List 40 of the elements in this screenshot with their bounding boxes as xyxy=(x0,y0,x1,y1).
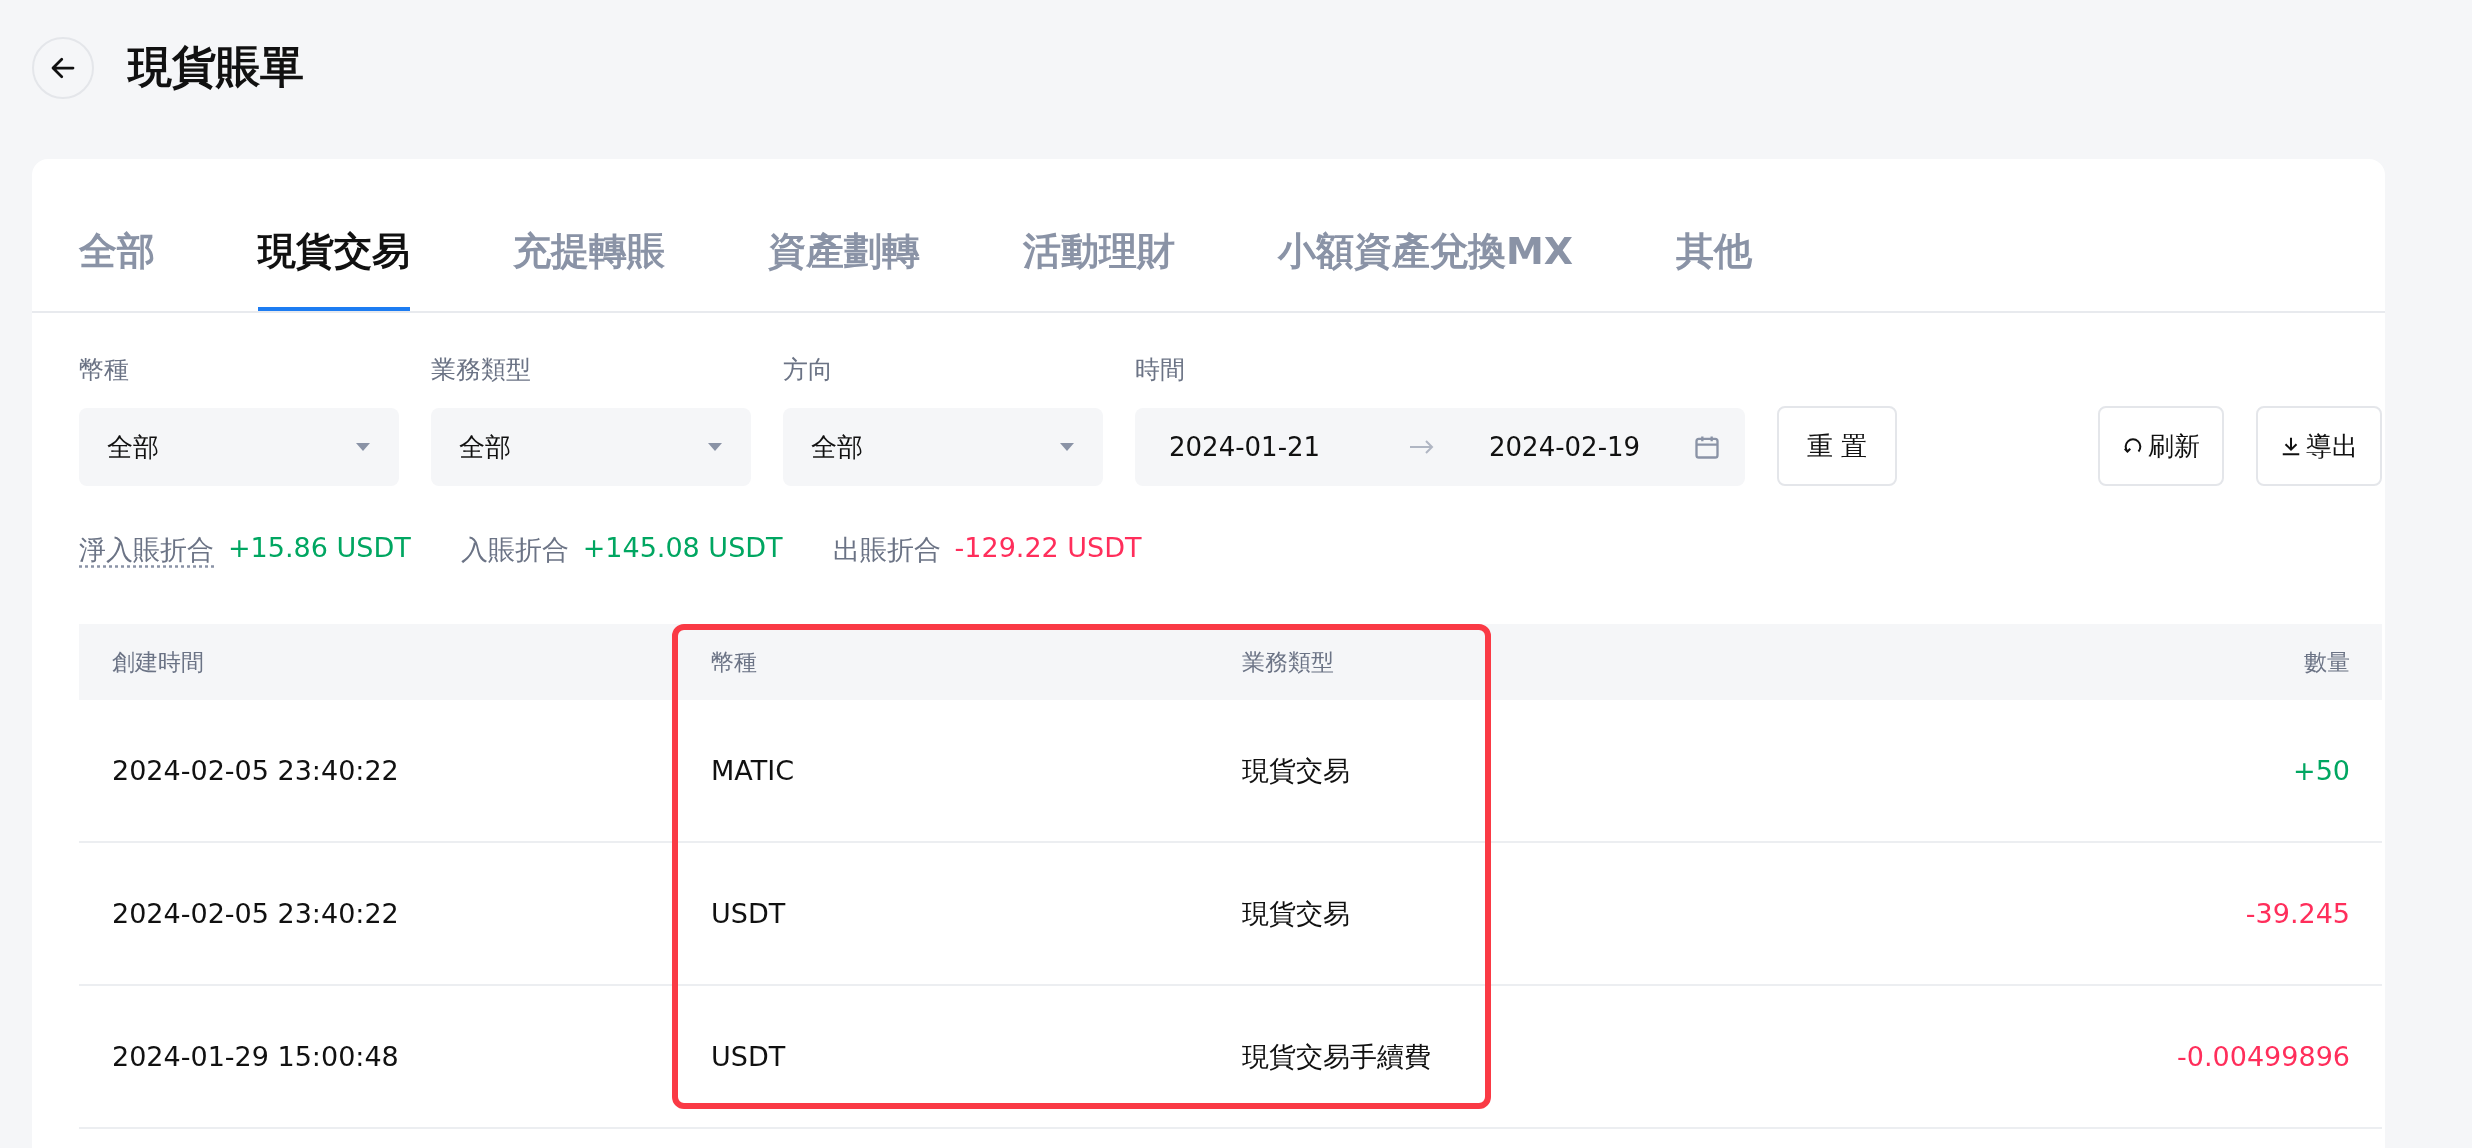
summary-value: -129.22 USDT xyxy=(954,532,1142,565)
filter-label: 方向 xyxy=(783,354,834,386)
column-header: 業務類型 xyxy=(1241,647,1335,677)
column-header: 創建時間 xyxy=(111,647,205,677)
table-cell-text: -0.00499896 xyxy=(2176,1041,2351,1072)
reset-button[interactable]: 重 置 xyxy=(1777,406,1898,486)
table-cell-text: 現貨交易 xyxy=(1241,896,1351,931)
summary-label: 淨入賬折合 xyxy=(79,533,214,567)
filter-label: 業務類型 xyxy=(431,354,532,386)
dropdown[interactable]: 全部 xyxy=(79,408,399,486)
table-cell-text: USDT xyxy=(710,898,787,929)
summary-value: +15.86 USDT xyxy=(228,532,411,565)
summary-label: 出賬折合 xyxy=(832,533,941,567)
column-header: 數量 xyxy=(2303,647,2351,677)
table-cell-text: 2024-02-05 23:40:22 xyxy=(111,755,400,786)
arrow-icon xyxy=(1409,439,1435,455)
table-cell-text: 現貨交易 xyxy=(1241,753,1351,788)
download-icon xyxy=(2280,435,2302,457)
refresh-button[interactable]: 刷新 xyxy=(2098,406,2224,486)
table-cell-text: 2024-02-05 23:40:22 xyxy=(111,898,400,929)
summary-value: +145.08 USDT xyxy=(582,532,783,565)
page-title: 現貨賬單 xyxy=(128,40,304,94)
date-range-field[interactable]: 2024-01-21 2024-02-19 xyxy=(1135,408,1745,486)
caret-icon xyxy=(1059,442,1075,452)
table-cell-text: 現貨交易手續費 xyxy=(1241,1039,1432,1074)
table-cell-text: +50 xyxy=(2292,755,2351,786)
table-cell-text: 2024-01-29 15:00:48 xyxy=(111,1041,400,1072)
summary-label: 入賬折合 xyxy=(460,533,569,567)
dropdown[interactable]: 全部 xyxy=(431,408,751,486)
filter-label: 時間 xyxy=(1135,354,1186,386)
export-button[interactable]: 導出 xyxy=(2256,406,2382,486)
table-cell-text: -39.245 xyxy=(2244,898,2351,929)
tab[interactable]: 現貨交易 xyxy=(258,226,410,311)
table-cell-text: USDT xyxy=(710,1041,787,1072)
column-header: 幣種 xyxy=(710,647,758,677)
table-cell-text: MATIC xyxy=(710,755,795,786)
caret-icon xyxy=(355,442,371,452)
filter-label: 幣種 xyxy=(79,354,130,386)
dropdown[interactable]: 全部 xyxy=(783,408,1103,486)
caret-icon xyxy=(707,442,723,452)
